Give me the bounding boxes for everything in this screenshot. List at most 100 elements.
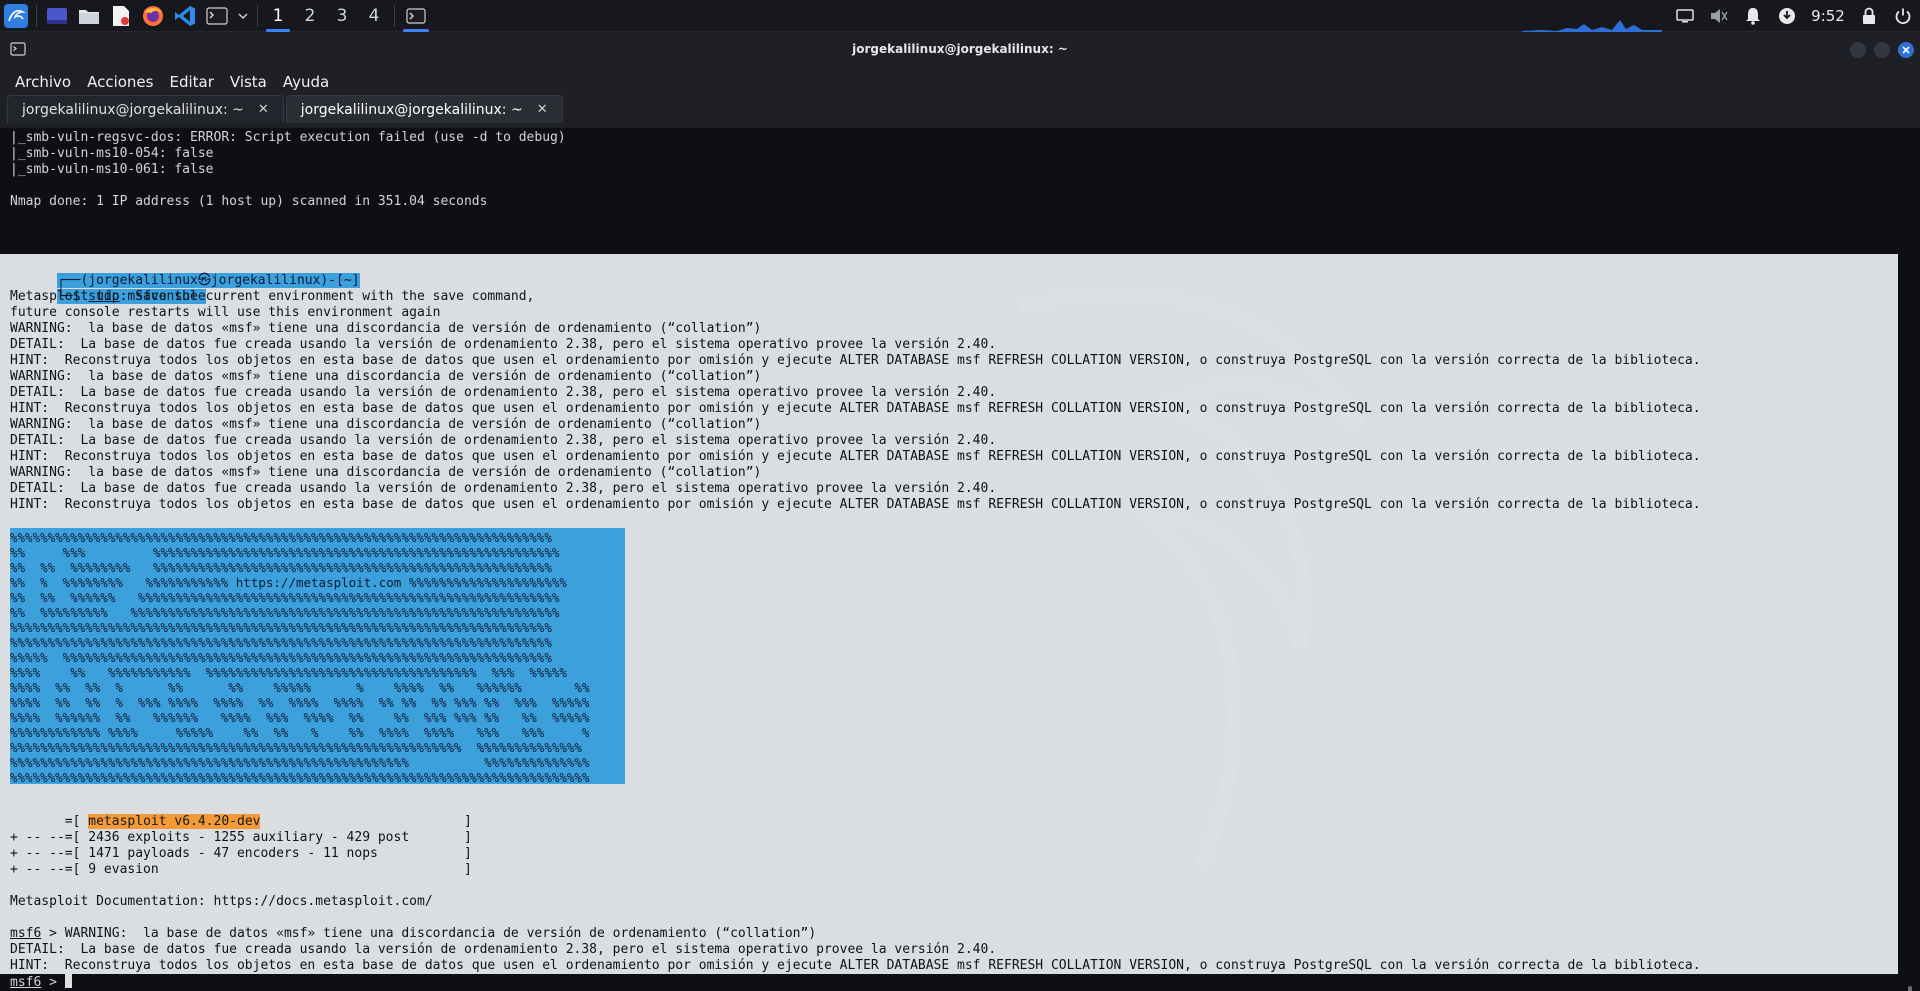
- version-prefix: =[: [10, 814, 89, 829]
- banner-line: %%%% %% %%%%%%%%%%% %%%%%%%%%%%%%%%%%%%%…: [10, 665, 567, 680]
- msf-output-line: HINT: Reconstruya todos los objetos en e…: [10, 401, 1701, 416]
- kali-menu-icon[interactable]: [1, 1, 31, 31]
- system-tray: 9:52: [1668, 0, 1920, 32]
- msf-output-line: WARNING: la base de datos «msf» tiene un…: [10, 417, 762, 432]
- terminal-line: Nmap done: 1 IP address (1 host up) scan…: [10, 194, 488, 209]
- msf-output-line: DETAIL: La base de datos fue creada usan…: [10, 433, 997, 448]
- tab-label: jorgekalilinux@jorgekalilinux: ~: [22, 101, 244, 118]
- msf-output-line: DETAIL: La base de datos fue creada usan…: [10, 385, 997, 400]
- terminal-line: |_smb-vuln-regsvc-dos: ERROR: Script exe…: [10, 130, 566, 145]
- workspace-2[interactable]: 2: [294, 0, 326, 32]
- banner-line: %%%% %% %% % %%% %%%% %%%% %% %%%% %%%% …: [10, 695, 590, 710]
- banner-line: %% %%% %%%%%%%%%%%%%%%%%%%%%%%%%%%%%%%%%…: [10, 545, 560, 560]
- msf-warning: WARNING: la base de datos «msf» tiene un…: [64, 926, 817, 941]
- banner-line: %% % %%%%%%%% %%%%%%%%%%% https://metasp…: [10, 575, 567, 590]
- menu-archivo[interactable]: Archivo: [7, 73, 79, 91]
- msf-final-sep: >: [41, 975, 65, 990]
- version-line: =[ metasploit v6.4.20-dev ]: [10, 814, 472, 830]
- chevron-down-icon[interactable]: [234, 1, 252, 31]
- tab-terminal-1[interactable]: jorgekalilinux@jorgekalilinux: ~ ✕: [7, 95, 284, 123]
- terminal-line: |_smb-vuln-ms10-061: false: [10, 162, 214, 177]
- banner-line: %%%% %%%%%% %% %%%%%% %%%% %%% %%%% %% %…: [10, 710, 590, 725]
- msf-input-line[interactable]: msf6 >: [10, 974, 72, 990]
- msf-output-line: HINT: Reconstruya todos los objetos en e…: [10, 497, 1701, 512]
- msf-output-line: WARNING: la base de datos «msf» tiene un…: [10, 465, 762, 480]
- msf-output-line: DETAIL: La base de datos fue creada usan…: [10, 481, 997, 496]
- network-graph: [1522, 20, 1662, 32]
- power-icon[interactable]: [1886, 0, 1920, 32]
- tab-bar: jorgekalilinux@jorgekalilinux: ~ ✕ jorge…: [0, 94, 1920, 123]
- msf-output-line: Metasploit tip: Save the current environ…: [10, 289, 535, 304]
- terminal-launcher-icon[interactable]: [202, 1, 232, 31]
- lock-screen-icon[interactable]: [1852, 0, 1886, 32]
- update-download-icon[interactable]: [1770, 0, 1804, 32]
- banner-line: %%%%%%%%%%%%%%%%%%%%%%%%%%%%%%%%%%%%%%%%…: [10, 770, 590, 785]
- panel-separator: [394, 4, 395, 27]
- banner-line: %%%%%%%%%%%%%%%%%%%%%%%%%%%%%%%%%%%%%%%%…: [10, 620, 552, 635]
- msf-output-line: HINT: Reconstruya todos los objetos en e…: [10, 449, 1701, 464]
- firefox-icon[interactable]: [138, 1, 168, 31]
- msf-final-prompt: msf6: [10, 975, 42, 990]
- banner-line: %%%%%%%%%%%%%%%%%%%%%%%%%%%%%%%%%%%%%%%%…: [10, 635, 552, 650]
- window-titlebar[interactable]: jorgekalilinux@jorgekalilinux: ~: [0, 32, 1920, 69]
- close-icon: [1902, 46, 1910, 54]
- tab-close-icon[interactable]: ✕: [537, 102, 548, 117]
- msf-output-line: DETAIL: La base de datos fue creada usan…: [10, 337, 997, 352]
- stats-line: + -- --=[ 9 evasion ]: [10, 862, 472, 877]
- banner-line: %% %%%%%%%%% %%%%%%%%%%%%%%%%%%%%%%%%%%%…: [10, 605, 560, 620]
- notifications-bell-icon[interactable]: [1736, 0, 1770, 32]
- menu-vista[interactable]: Vista: [222, 73, 275, 91]
- terminal-icon: [406, 7, 426, 24]
- banner-line: %%%% %% %% % %% %% %%%%% % %%%% %% %%%%%…: [10, 680, 590, 695]
- version-suffix: ]: [260, 814, 472, 829]
- close-button[interactable]: [1898, 42, 1914, 58]
- file-manager-icon[interactable]: [74, 1, 104, 31]
- msf-hint-line: HINT: Reconstruya todos los objetos en e…: [10, 958, 1701, 973]
- minimize-button[interactable]: [1850, 42, 1866, 58]
- msf-prompt: msf6: [10, 926, 42, 941]
- msf-detail-line: DETAIL: La base de datos fue creada usan…: [10, 942, 997, 957]
- shell-prompt-line: ┌──(jorgekalilinux㉿jorgekalilinux)-[~]: [10, 257, 360, 288]
- workspace-1[interactable]: 1: [262, 0, 294, 32]
- banner-line: %%%%% %%%%%%%%%%%%%%%%%%%%%%%%%%%%%%%%%%…: [10, 650, 552, 665]
- menu-editar[interactable]: Editar: [161, 73, 221, 91]
- terminal-output[interactable]: |_smb-vuln-regsvc-dos: ERROR: Script exe…: [0, 128, 1920, 991]
- banner-line: %%%%%%%%%%%%%%%%%%%%%%%%%%%%%%%%%%%%%%%%…: [10, 530, 552, 545]
- screen-icon[interactable]: [1668, 0, 1702, 32]
- shell-command-line: └─$ sudo msfconsole: [10, 273, 206, 304]
- tab-terminal-2[interactable]: jorgekalilinux@jorgekalilinux: ~ ✕: [285, 95, 563, 123]
- msf-warning-line: msf6 > WARNING: la base de datos «msf» t…: [10, 926, 816, 942]
- maximize-button[interactable]: [1874, 42, 1890, 58]
- terminal-line: |_smb-vuln-ms10-054: false: [10, 146, 214, 161]
- clock[interactable]: 9:52: [1804, 7, 1852, 25]
- window-title: jorgekalilinux@jorgekalilinux: ~: [852, 42, 1068, 56]
- stats-line: + -- --=[ 2436 exploits - 1255 auxiliary…: [10, 830, 472, 845]
- banner-line: %%%%%%%%%%%%%%%%%%%%%%%%%%%%%%%%%%%%%%%%…: [10, 755, 590, 770]
- msf-output-line: future console restarts will use this en…: [10, 305, 441, 320]
- menu-bar: Archivo Acciones Editar Vista Ayuda: [0, 69, 1920, 94]
- terminal-window: jorgekalilinux@jorgekalilinux: ~ Archivo…: [0, 32, 1920, 991]
- panel-separator: [36, 4, 37, 27]
- menu-acciones[interactable]: Acciones: [79, 73, 161, 91]
- msf-prompt-sep: >: [41, 926, 65, 941]
- version-badge: metasploit v6.4.20-dev: [88, 814, 261, 829]
- banner-line: %%%%%%%%%%%%%%%%%%%%%%%%%%%%%%%%%%%%%%%%…: [10, 740, 582, 755]
- banner-line: %%%%%%%%%%%% %%%% %%%%% %% %% % %% %%%% …: [10, 725, 590, 740]
- volume-muted-icon[interactable]: [1702, 0, 1736, 32]
- vscode-icon[interactable]: [170, 1, 200, 31]
- top-panel: 1 2 3 4 9:52: [0, 0, 1920, 32]
- banner-line: %% %% %%%%%% %%%%%%%%%%%%%%%%%%%%%%%%%%%…: [10, 590, 560, 605]
- tab-label: jorgekalilinux@jorgekalilinux: ~: [300, 101, 523, 118]
- scrollbar-thumb[interactable]: [1908, 986, 1912, 991]
- taskbar-terminal-window[interactable]: [399, 0, 433, 32]
- show-desktop-icon[interactable]: [42, 1, 72, 31]
- docs-line: Metasploit Documentation: https://docs.m…: [10, 894, 433, 909]
- text-editor-icon[interactable]: [106, 1, 136, 31]
- banner-line: %% %% %%%%%%%% %%%%%%%%%%%%%%%%%%%%%%%%%…: [10, 560, 552, 575]
- workspace-4[interactable]: 4: [358, 0, 390, 32]
- workspace-3[interactable]: 3: [326, 0, 358, 32]
- msf-output-line: HINT: Reconstruya todos los objetos en e…: [10, 353, 1701, 368]
- msf-output-line: WARNING: la base de datos «msf» tiene un…: [10, 369, 762, 384]
- menu-ayuda[interactable]: Ayuda: [275, 73, 337, 91]
- tab-close-icon[interactable]: ✕: [258, 102, 269, 117]
